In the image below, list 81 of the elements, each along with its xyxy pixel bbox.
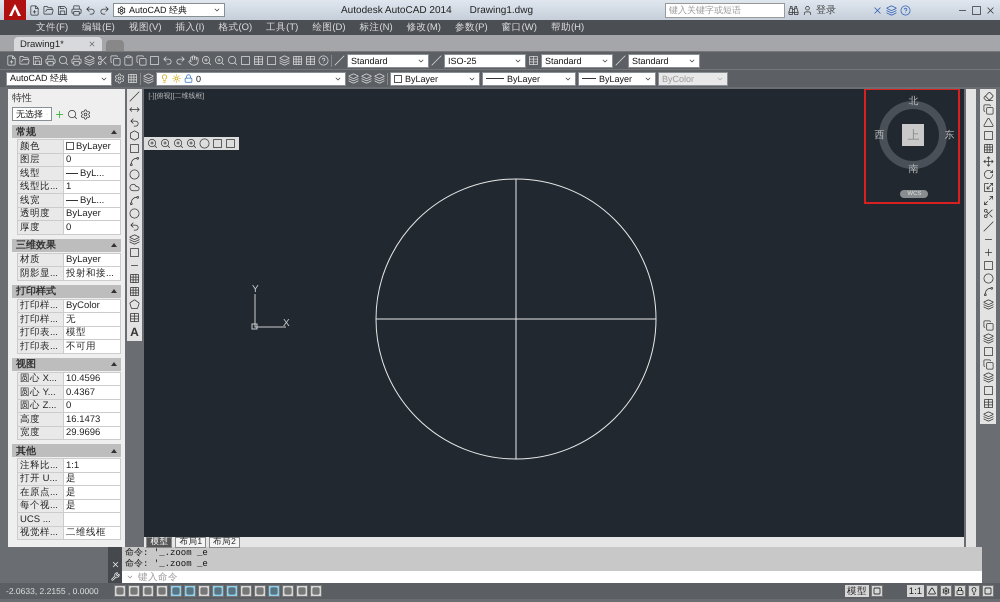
property-label: 视觉样... (17, 526, 64, 540)
menu-item[interactable]: 绘图(D) (312, 21, 346, 34)
workspace-dropdown[interactable]: AutoCAD 经典 (113, 3, 225, 17)
menu-item[interactable]: 修改(M) (406, 21, 441, 34)
property-value[interactable]: 10.4596 (63, 372, 121, 386)
menu-item[interactable]: 编辑(E) (82, 21, 115, 34)
property-value[interactable]: 16.1473 (63, 412, 121, 426)
property-label: UCS ... (17, 512, 64, 526)
axis-label: X (283, 318, 290, 329)
property-label: 线型 (17, 166, 64, 180)
property-label: 注释比... (17, 458, 64, 472)
file-name: Drawing1.dwg (470, 4, 534, 16)
property-value[interactable]: 0 (63, 220, 121, 234)
color-dropdown[interactable]: ByLayer (390, 72, 480, 86)
property-value[interactable]: 投射和接... (63, 266, 121, 280)
menu-item[interactable]: 工具(T) (266, 21, 298, 34)
property-label: 在原点... (17, 485, 64, 500)
property-value[interactable]: ByLayer (63, 139, 121, 154)
property-label: 厚度 (17, 220, 64, 234)
property-label: 颜色 (17, 139, 64, 154)
property-label: 高度 (17, 412, 64, 426)
section-header[interactable]: 视图 (12, 358, 121, 370)
property-value[interactable]: ByL... (63, 166, 121, 180)
multileader-style-dropdown[interactable]: Standard (628, 54, 700, 68)
sign-in-link[interactable]: 登录 (816, 3, 836, 17)
property-label: 打印样... (17, 298, 64, 313)
property-label: 阴影显... (17, 266, 64, 280)
property-value[interactable]: 29.9696 (63, 426, 121, 440)
panel-title: 特性 (12, 92, 33, 105)
property-label: 打印样... (17, 312, 64, 326)
layer-dropdown[interactable]: 0 (156, 72, 346, 86)
menu-item[interactable]: 帮助(H) (550, 21, 584, 34)
property-label: 圆心 X... (17, 372, 64, 386)
property-value[interactable]: 1:1 (63, 458, 121, 472)
compass-label: 北 (908, 94, 918, 108)
property-value[interactable]: ByL... (63, 193, 121, 208)
lineweight-dropdown[interactable]: ByLayer (578, 72, 656, 86)
text-tool-button[interactable]: A (130, 325, 139, 339)
command-history-line: 命令: '_.zoom _e (125, 548, 209, 558)
layout-tab[interactable]: 布局2 (209, 536, 240, 548)
property-value[interactable]: ByColor (63, 298, 121, 313)
menu-item[interactable]: 插入(I) (175, 21, 204, 34)
menu-item[interactable]: 参数(P) (454, 21, 488, 34)
text-style-dropdown[interactable]: Standard (347, 54, 429, 68)
annotation-scale-button[interactable]: 1:1 (906, 585, 924, 597)
layout-tab[interactable]: 布局1 (175, 536, 206, 548)
command-history-line: 命令: '_.zoom _e (125, 559, 209, 570)
layout-tab[interactable]: 模型 (146, 536, 172, 548)
property-label: 打印表... (17, 339, 64, 354)
menu-item[interactable]: 标注(N) (360, 21, 393, 34)
property-value[interactable]: ByLayer (63, 252, 121, 267)
property-value[interactable]: 0.4367 (63, 385, 121, 400)
menu-item[interactable]: 视图(V) (128, 21, 162, 34)
dimension-style-dropdown[interactable]: ISO-25 (444, 54, 526, 68)
axis-label: Y (252, 284, 260, 295)
workspace-dropdown[interactable]: AutoCAD 经典 (6, 72, 112, 86)
compass-label: 东 (944, 128, 954, 142)
document-tab[interactable]: Drawing1* (14, 37, 102, 51)
property-value[interactable]: 无 (63, 312, 121, 326)
section-header[interactable]: 其他 (12, 444, 121, 457)
coordinates-readout: -2.0633, 2.2155 , 0.0000 (6, 586, 100, 596)
section-header[interactable]: 三维效果 (12, 238, 121, 252)
property-label: 圆心 Y... (17, 385, 64, 400)
selection-dropdown[interactable]: 无选择 (12, 107, 52, 121)
table-style-dropdown[interactable]: Standard (541, 54, 613, 68)
menu-item[interactable]: 文件(F) (36, 21, 68, 34)
property-value[interactable]: 是 (63, 485, 121, 500)
compass-label: 西 (874, 129, 884, 142)
model-button[interactable]: 模型 (844, 585, 869, 597)
app-title: Autodesk AutoCAD 2014 (341, 4, 452, 16)
menu-item[interactable]: 窗口(W) (502, 21, 537, 34)
linetype-dropdown[interactable]: ByLayer (482, 72, 576, 86)
property-value[interactable]: 不可用 (63, 339, 121, 354)
property-label: 宽度 (17, 426, 64, 440)
section-header[interactable]: 常规 (12, 125, 121, 138)
property-label: 材质 (17, 252, 64, 267)
property-label: 线宽 (17, 193, 64, 208)
compass-label: 南 (908, 162, 918, 176)
menu-item[interactable]: 格式(O) (218, 21, 252, 34)
property-value[interactable]: 二维线框 (63, 526, 121, 540)
section-header[interactable]: 打印样式 (12, 284, 121, 298)
